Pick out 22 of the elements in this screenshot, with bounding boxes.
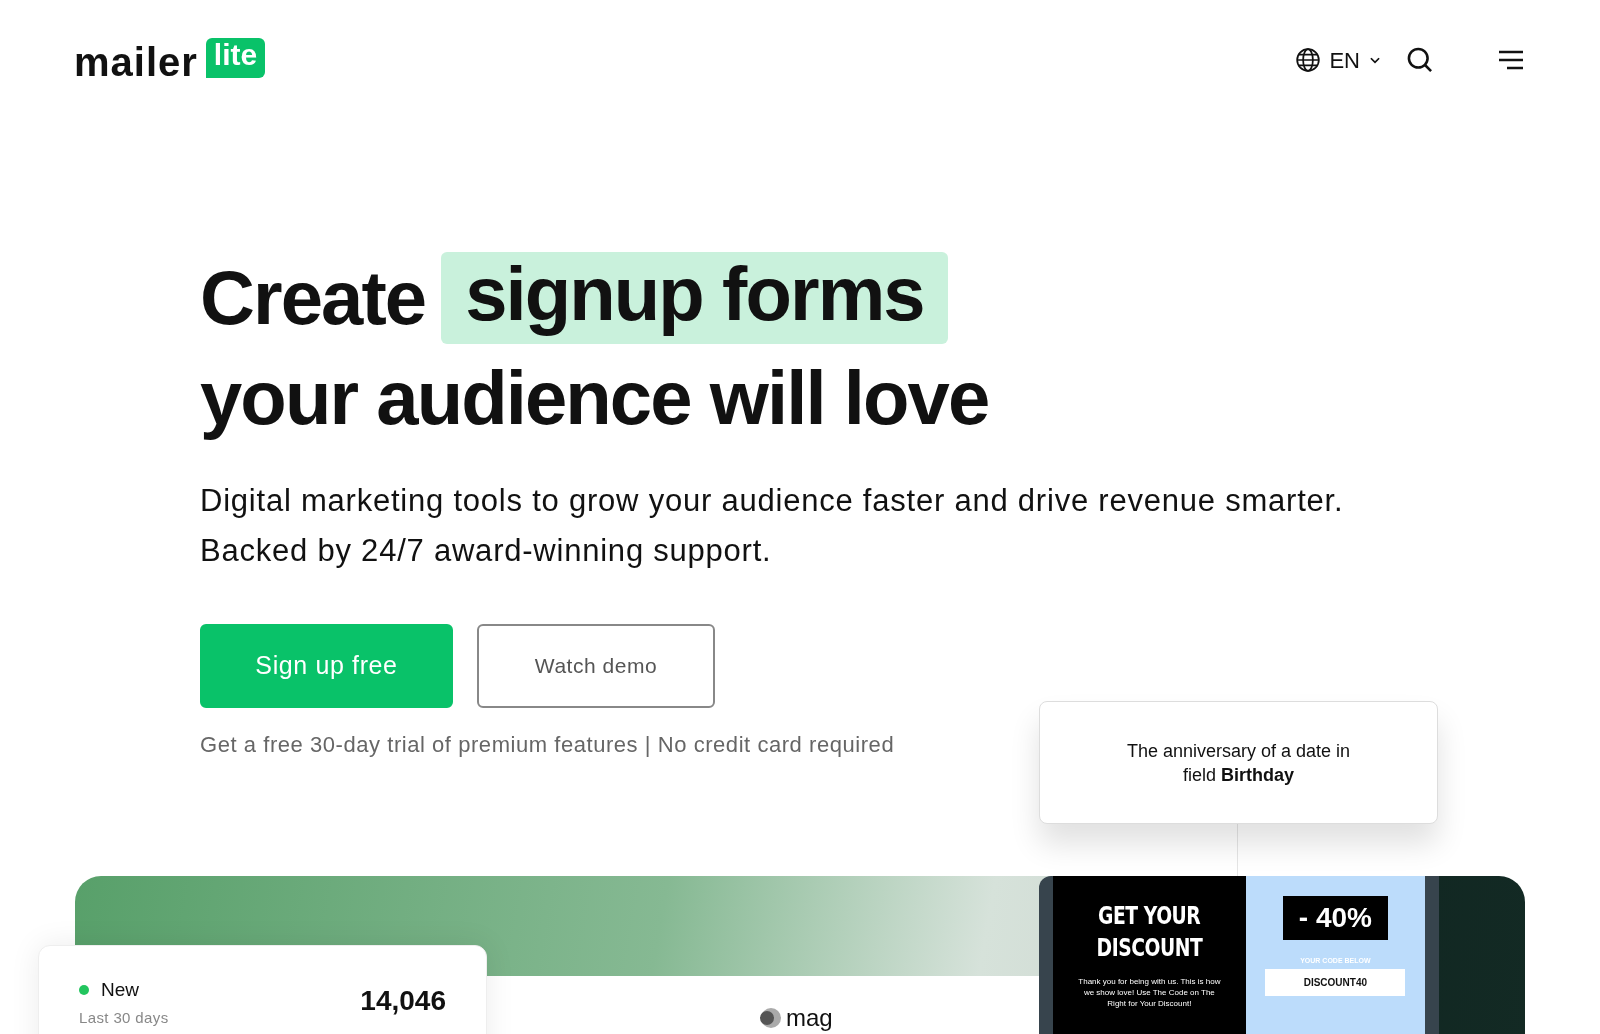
- watch-demo-button[interactable]: Watch demo: [477, 624, 715, 708]
- globe-icon: [1295, 47, 1322, 73]
- stat-label: New: [101, 978, 139, 1002]
- stat-value: 14,046: [360, 984, 446, 1018]
- email-body-text: Thank you for being with us. This is how we show love! Use The Code on The Right for Your Discount!: [1077, 976, 1222, 1009]
- logo-wordmark[interactable]: mailer: [74, 42, 198, 82]
- email-headline: GET YOUR: [1098, 900, 1201, 932]
- moon-logo-icon: [760, 1007, 782, 1029]
- highlighted-title: signup forms: [441, 252, 948, 344]
- stat-period: Last 30 days: [79, 1008, 169, 1027]
- hero-subtitle: Digital marketing tools to grow your audience faster and drive revenue smarter.: [200, 482, 1345, 520]
- search-icon[interactable]: [1406, 46, 1434, 74]
- trigger-description: The anniversary of a date in field Birthday: [1125, 739, 1352, 787]
- discount-code-field: DISCOUNT40: [1265, 968, 1406, 996]
- language-selector[interactable]: EN: [1295, 43, 1382, 77]
- email-headline: DISCOUNT: [1096, 932, 1203, 964]
- trial-note: Get a free 30-day trial of premium features | No credit card required: [200, 731, 895, 759]
- hero-subtitle: Backed by 24/7 award-winning support.: [200, 532, 773, 570]
- preview-logo: mag: [760, 1006, 833, 1030]
- hero-title: Create: [200, 260, 426, 336]
- discount-badge: - 40%: [1282, 896, 1388, 940]
- menu-icon[interactable]: [1498, 49, 1524, 71]
